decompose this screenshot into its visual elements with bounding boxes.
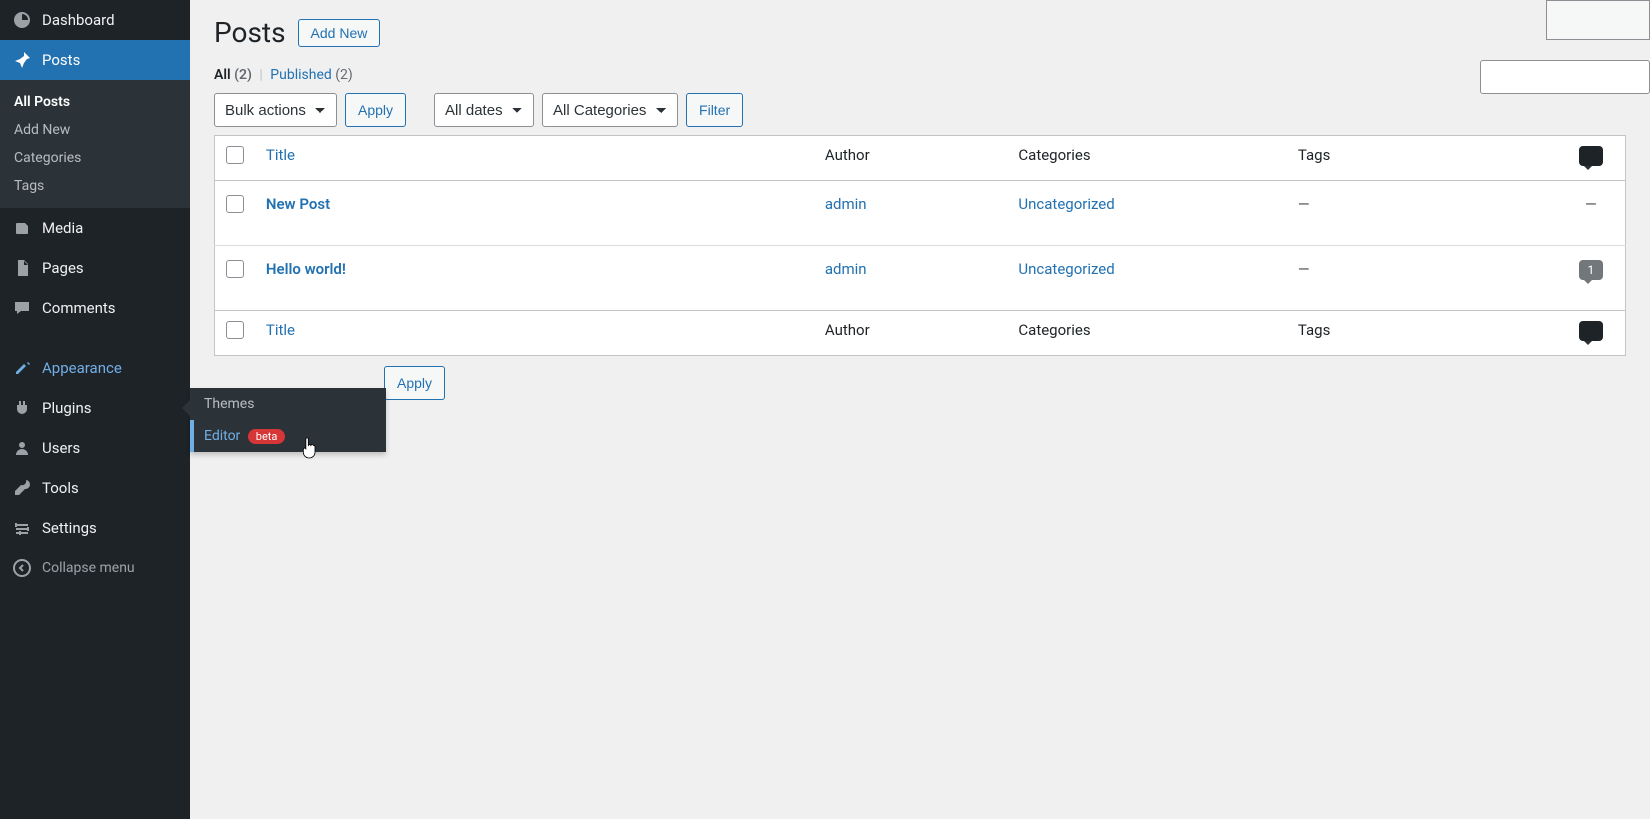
category-link[interactable]: Uncategorized: [1018, 195, 1114, 213]
column-author[interactable]: Author: [815, 136, 1009, 181]
content-area: Posts Add New All (2) | Published (2) Bu…: [190, 0, 1650, 819]
apply-bulk-button[interactable]: Apply: [345, 93, 406, 127]
sidebar-item-tools[interactable]: Tools: [0, 468, 190, 508]
submenu-categories[interactable]: Categories: [0, 144, 190, 172]
view-published[interactable]: Published (2): [270, 67, 353, 83]
column-categories-foot[interactable]: Categories: [1008, 311, 1288, 356]
sidebar-label: Appearance: [42, 359, 122, 377]
select-all-checkbox[interactable]: [226, 146, 244, 164]
select-all-checkbox-foot[interactable]: [226, 321, 244, 339]
author-link[interactable]: admin: [825, 260, 867, 278]
plugins-icon: [12, 398, 32, 418]
comment-icon: [1579, 321, 1603, 341]
sidebar-label: Media: [42, 219, 83, 237]
tags-cell: —: [1298, 195, 1310, 213]
post-title-link[interactable]: Hello world!: [266, 260, 346, 278]
admin-sidebar: Dashboard Posts All Posts Add New Catego…: [0, 0, 190, 819]
collapse-menu[interactable]: Collapse menu: [0, 548, 190, 588]
table-row: Hello world! admin Uncategorized — 1: [215, 246, 1626, 311]
sidebar-label: Collapse menu: [42, 560, 135, 576]
settings-icon: [12, 518, 32, 538]
column-tags-foot[interactable]: Tags: [1288, 311, 1557, 356]
submenu-tags[interactable]: Tags: [0, 172, 190, 200]
tools-icon: [12, 478, 32, 498]
comment-count-bubble[interactable]: 1: [1579, 260, 1603, 280]
sidebar-item-comments[interactable]: Comments: [0, 288, 190, 328]
column-comments-foot[interactable]: [1557, 311, 1626, 356]
sidebar-item-dashboard[interactable]: Dashboard: [0, 0, 190, 40]
media-icon: [12, 218, 32, 238]
sidebar-item-appearance[interactable]: Appearance: [0, 348, 190, 388]
sidebar-label: Posts: [42, 51, 80, 69]
appearance-flyout: Themes Editor beta: [190, 388, 386, 452]
sidebar-item-settings[interactable]: Settings: [0, 508, 190, 548]
comments-icon: [12, 298, 32, 318]
column-categories[interactable]: Categories: [1008, 136, 1288, 181]
pin-icon: [12, 50, 32, 70]
posts-submenu: All Posts Add New Categories Tags: [0, 80, 190, 208]
sidebar-label: Comments: [42, 299, 116, 317]
posts-table: Title Author Categories Tags New Post ad…: [214, 135, 1626, 356]
page-title: Posts: [214, 16, 286, 49]
sidebar-item-posts[interactable]: Posts: [0, 40, 190, 80]
column-tags[interactable]: Tags: [1288, 136, 1557, 181]
sidebar-label: Settings: [42, 519, 97, 537]
submenu-all-posts[interactable]: All Posts: [0, 88, 190, 116]
sidebar-item-plugins[interactable]: Plugins: [0, 388, 190, 428]
column-title-foot[interactable]: Title: [256, 311, 815, 356]
appearance-icon: [12, 358, 32, 378]
sidebar-item-media[interactable]: Media: [0, 208, 190, 248]
flyout-themes[interactable]: Themes: [190, 388, 386, 420]
sidebar-item-users[interactable]: Users: [0, 428, 190, 468]
sidebar-label: Pages: [42, 259, 84, 277]
column-author-foot[interactable]: Author: [815, 311, 1009, 356]
collapse-icon: [12, 558, 32, 578]
sidebar-label: Dashboard: [42, 11, 115, 29]
filter-button[interactable]: Filter: [686, 93, 743, 127]
bulk-actions-select[interactable]: Bulk actions: [214, 93, 337, 127]
users-icon: [12, 438, 32, 458]
table-row: New Post admin Uncategorized — —: [215, 181, 1626, 246]
column-title[interactable]: Title: [256, 136, 815, 181]
column-comments[interactable]: [1557, 136, 1626, 181]
category-link[interactable]: Uncategorized: [1018, 260, 1114, 278]
flyout-editor[interactable]: Editor beta: [190, 420, 386, 452]
comment-icon: [1579, 146, 1603, 166]
dashboard-icon: [12, 10, 32, 30]
screen-options-button[interactable]: [1546, 0, 1650, 40]
author-link[interactable]: admin: [825, 195, 867, 213]
row-checkbox[interactable]: [226, 260, 244, 278]
tags-cell: —: [1298, 260, 1310, 278]
beta-badge: beta: [248, 429, 286, 444]
post-title-link[interactable]: New Post: [266, 195, 330, 213]
category-filter-select[interactable]: All Categories: [542, 93, 678, 127]
sidebar-label: Users: [42, 439, 80, 457]
view-all[interactable]: All (2): [214, 67, 252, 83]
flyout-arrow-icon: [182, 400, 190, 416]
sidebar-label: Plugins: [42, 399, 91, 417]
sidebar-item-pages[interactable]: Pages: [0, 248, 190, 288]
flyout-editor-label: Editor: [204, 428, 240, 444]
search-posts-input[interactable]: [1480, 60, 1650, 94]
submenu-add-new[interactable]: Add New: [0, 116, 190, 144]
row-checkbox[interactable]: [226, 195, 244, 213]
add-new-button[interactable]: Add New: [298, 19, 381, 47]
date-filter-select[interactable]: All dates: [434, 93, 534, 127]
tablenav-top: Bulk actions Apply All dates All Categor…: [214, 93, 1626, 127]
pages-icon: [12, 258, 32, 278]
view-filters: All (2) | Published (2): [214, 67, 1626, 83]
comments-cell: —: [1585, 195, 1597, 213]
apply-bulk-button-bottom[interactable]: Apply: [384, 366, 445, 400]
tablenav-bottom: Apply: [214, 366, 1626, 400]
sidebar-label: Tools: [42, 479, 79, 497]
